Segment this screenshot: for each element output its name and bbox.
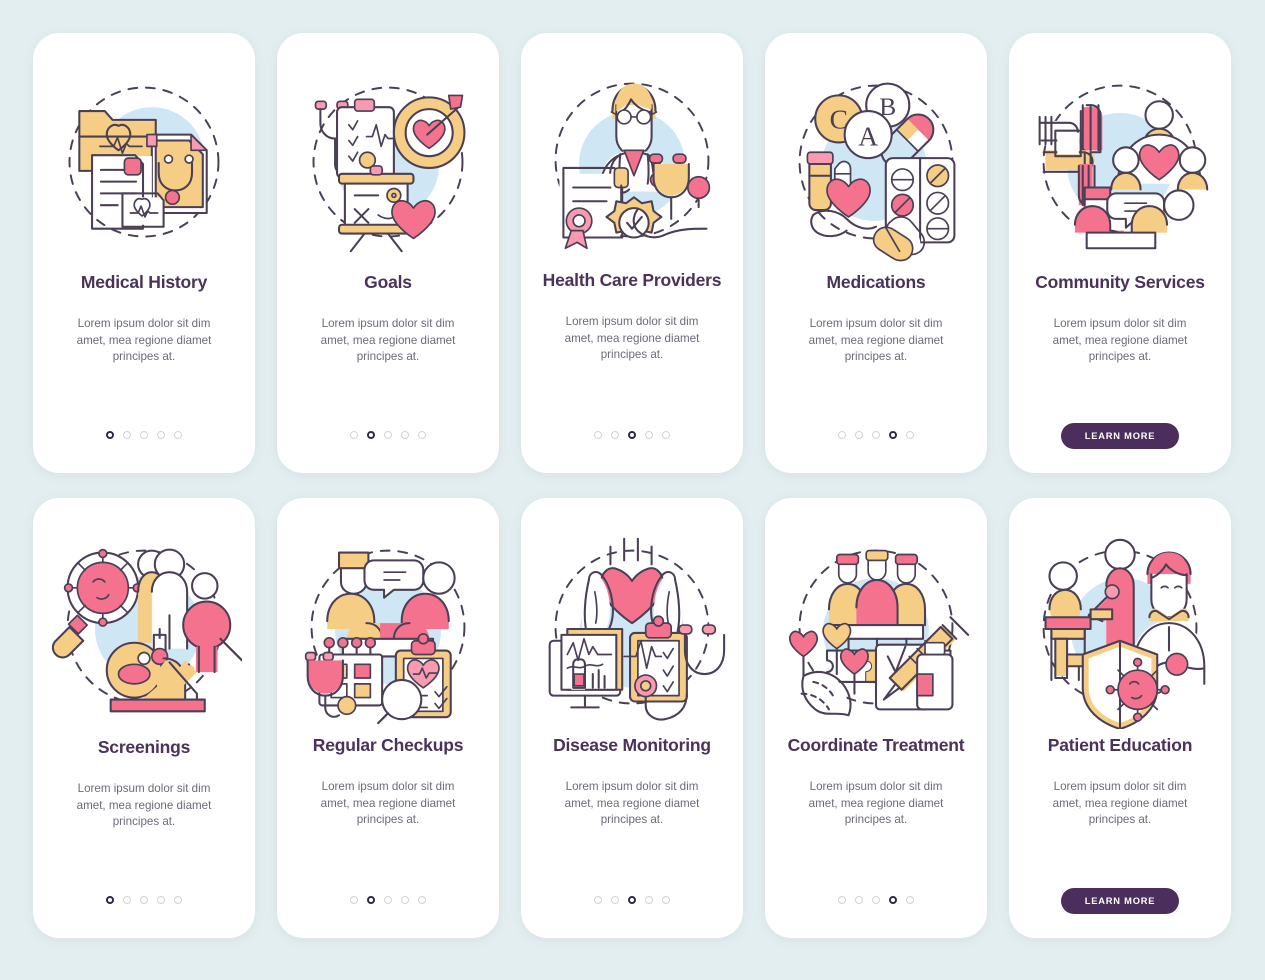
card-description: Lorem ipsum dolor sit dim amet, mea regi…: [1052, 316, 1188, 364]
pagination-dot[interactable]: [418, 431, 426, 439]
target-heart-goals-icon: [288, 61, 488, 266]
pagination-dot[interactable]: [367, 431, 375, 439]
doctor-certificate-stethoscope-icon: [532, 61, 732, 266]
pagination-dot[interactable]: [628, 431, 636, 439]
pagination-dots[interactable]: [765, 431, 987, 439]
onboarding-card-medical-history[interactable]: Medical History Lorem ipsum dolor sit di…: [33, 33, 255, 473]
card-description: Lorem ipsum dolor sit dim amet, mea regi…: [76, 316, 212, 364]
pagination-dots[interactable]: [277, 896, 499, 904]
pagination-dot[interactable]: [838, 896, 846, 904]
pagination-dot[interactable]: [123, 431, 131, 439]
calendar-clipboard-consult-icon: [288, 526, 488, 731]
pagination-dot[interactable]: [384, 896, 392, 904]
pagination-dot[interactable]: [594, 431, 602, 439]
medical-folder-records-icon: [44, 61, 244, 266]
pagination-dot[interactable]: [645, 896, 653, 904]
pagination-dot[interactable]: [123, 896, 131, 904]
hands-heart-monitor-icon: [532, 526, 732, 731]
pagination-dot[interactable]: [611, 431, 619, 439]
learn-more-button[interactable]: LEARN MORE: [1061, 888, 1179, 914]
onboarding-card-disease-monitoring[interactable]: Disease Monitoring Lorem ipsum dolor sit…: [521, 498, 743, 938]
pagination-dot[interactable]: [855, 896, 863, 904]
onboarding-card-screenings[interactable]: Screenings Lorem ipsum dolor sit dim ame…: [33, 498, 255, 938]
microscope-virus-magnifier-icon: [44, 526, 244, 731]
pagination-dots[interactable]: [33, 896, 255, 904]
team-puzzle-syringe-icon: [776, 526, 976, 731]
onboarding-card-health-care-providers[interactable]: Health Care Providers Lorem ipsum dolor …: [521, 33, 743, 473]
pagination-dot[interactable]: [872, 431, 880, 439]
onboarding-card-coordinate-treatment[interactable]: Coordinate Treatment Lorem ipsum dolor s…: [765, 498, 987, 938]
card-description: Lorem ipsum dolor sit dim amet, mea regi…: [564, 779, 700, 827]
card-title: Regular Checkups: [312, 735, 464, 755]
onboarding-card-community-services[interactable]: Community Services Lorem ipsum dolor sit…: [1009, 33, 1231, 473]
pagination-dot[interactable]: [906, 431, 914, 439]
pagination-dot[interactable]: [628, 896, 636, 904]
pagination-dot[interactable]: [418, 896, 426, 904]
onboarding-screens-board: Medical History Lorem ipsum dolor sit di…: [0, 0, 1265, 980]
pagination-dot[interactable]: [157, 431, 165, 439]
pagination-dot[interactable]: [140, 431, 148, 439]
pagination-dot[interactable]: [889, 431, 897, 439]
pagination-dots[interactable]: [765, 896, 987, 904]
pagination-dot[interactable]: [855, 431, 863, 439]
card-title: Goals: [364, 272, 412, 292]
onboarding-card-patient-education[interactable]: Patient Education Lorem ipsum dolor sit …: [1009, 498, 1231, 938]
card-title: Health Care Providers: [542, 270, 722, 290]
pagination-dot[interactable]: [384, 431, 392, 439]
pagination-dots[interactable]: [521, 896, 743, 904]
pagination-dot[interactable]: [350, 431, 358, 439]
card-description: Lorem ipsum dolor sit dim amet, mea regi…: [564, 314, 700, 362]
pagination-dot[interactable]: [645, 431, 653, 439]
card-title: Disease Monitoring: [553, 735, 711, 755]
pagination-dot[interactable]: [140, 896, 148, 904]
pagination-dot[interactable]: [611, 896, 619, 904]
hands-together-community-icon: [1020, 61, 1220, 266]
card-description: Lorem ipsum dolor sit dim amet, mea regi…: [1052, 779, 1188, 827]
pagination-dot[interactable]: [350, 896, 358, 904]
pagination-dot[interactable]: [401, 896, 409, 904]
pagination-dot[interactable]: [401, 431, 409, 439]
onboarding-card-goals[interactable]: Goals Lorem ipsum dolor sit dim amet, me…: [277, 33, 499, 473]
card-description: Lorem ipsum dolor sit dim amet, mea regi…: [320, 779, 456, 827]
teacher-student-shield-icon: [1020, 526, 1220, 731]
pagination-dot[interactable]: [367, 896, 375, 904]
card-title: Community Services: [1035, 272, 1205, 292]
learn-more-button[interactable]: LEARN MORE: [1061, 423, 1179, 449]
card-description: Lorem ipsum dolor sit dim amet, mea regi…: [76, 781, 212, 829]
pagination-dot[interactable]: [662, 431, 670, 439]
pagination-dot[interactable]: [889, 896, 897, 904]
pagination-dot[interactable]: [872, 896, 880, 904]
pagination-dot[interactable]: [106, 896, 114, 904]
pagination-dot[interactable]: [662, 896, 670, 904]
svg-text:A: A: [858, 121, 878, 151]
card-title: Medications: [826, 272, 926, 292]
onboarding-card-medications[interactable]: C B A Medications Lorem ipsum dolor sit …: [765, 33, 987, 473]
pagination-dot[interactable]: [106, 431, 114, 439]
onboarding-card-regular-checkups[interactable]: Regular Checkups Lorem ipsum dolor sit d…: [277, 498, 499, 938]
card-title: Medical History: [80, 272, 208, 292]
card-title: Screenings: [97, 737, 191, 757]
pagination-dots[interactable]: [33, 431, 255, 439]
pagination-dots[interactable]: [277, 431, 499, 439]
pagination-dot[interactable]: [838, 431, 846, 439]
card-description: Lorem ipsum dolor sit dim amet, mea regi…: [808, 316, 944, 364]
card-title: Coordinate Treatment: [787, 735, 965, 755]
pagination-dot[interactable]: [174, 431, 182, 439]
card-description: Lorem ipsum dolor sit dim amet, mea regi…: [808, 779, 944, 827]
pagination-dot[interactable]: [906, 896, 914, 904]
pagination-dot[interactable]: [594, 896, 602, 904]
pagination-dot[interactable]: [174, 896, 182, 904]
card-description: Lorem ipsum dolor sit dim amet, mea regi…: [320, 316, 456, 364]
card-title: Patient Education: [1047, 735, 1193, 755]
pills-vitamins-bottle-icon: C B A: [776, 61, 976, 266]
pagination-dots[interactable]: [521, 431, 743, 439]
pagination-dot[interactable]: [157, 896, 165, 904]
